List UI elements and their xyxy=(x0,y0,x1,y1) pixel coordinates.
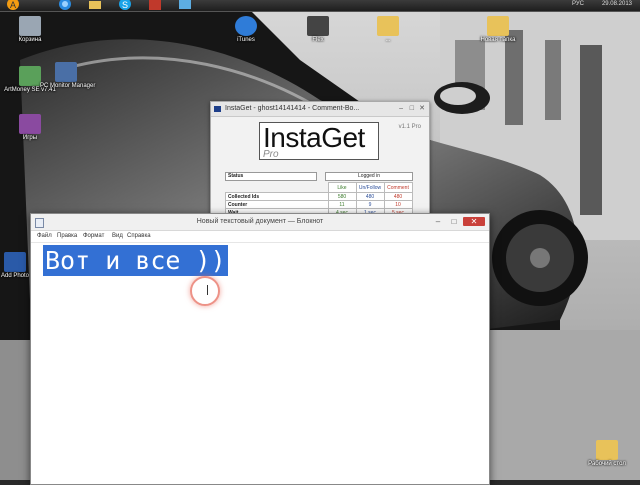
svg-text:A: A xyxy=(10,0,16,10)
close-icon[interactable]: ✕ xyxy=(419,105,425,113)
menu-format[interactable]: Формат xyxy=(83,233,104,239)
desktop-icon-recycle-bin[interactable]: Корзина xyxy=(4,16,56,44)
notepad-text-area[interactable]: Вот и все )) xyxy=(33,243,489,484)
minimize-icon[interactable]: – xyxy=(399,105,403,113)
menu-edit[interactable]: Правка xyxy=(57,233,77,239)
table-row: Counter 11 9 10 xyxy=(225,200,413,209)
svg-text:S: S xyxy=(122,0,128,10)
notepad-titlebar[interactable]: Новый текстовый документ — Блокнот – □ ✕ xyxy=(31,214,489,231)
new-folder-icon xyxy=(487,16,509,36)
desktop-icon-pc-monitor[interactable]: PC Monitor Manager xyxy=(40,62,95,90)
skype-icon[interactable]: S xyxy=(112,0,138,11)
desktop-icon-games[interactable]: Игры xyxy=(4,114,56,142)
instaget-logo: InstaGet Pro xyxy=(259,122,379,160)
selected-text[interactable]: Вот и все )) xyxy=(43,245,228,276)
status-label: Status xyxy=(225,172,317,181)
menu-file[interactable]: Файл xyxy=(37,233,52,239)
desktop-icon-flex[interactable]: Flex xyxy=(292,16,344,44)
notepad-menubar: Файл Правка Формат Вид Справка xyxy=(31,231,489,243)
pc-monitor-icon xyxy=(55,62,77,82)
desktop-icon-adobe[interactable]: Add Photo xyxy=(0,252,30,280)
column-like: Like xyxy=(327,182,357,193)
version-label: v1.1 Pro xyxy=(398,124,421,130)
desktop-icon-folder[interactable]: ... xyxy=(362,16,414,44)
maximize-button[interactable]: □ xyxy=(447,217,461,226)
language-indicator[interactable]: РУС xyxy=(572,1,584,7)
files-icon[interactable] xyxy=(172,0,198,11)
minimize-button[interactable]: – xyxy=(431,217,445,226)
instaget-titlebar[interactable]: InstaGet - ghost14141414 - Comment-Bo...… xyxy=(211,102,429,117)
close-button[interactable]: ✕ xyxy=(463,217,485,226)
column-follow: Un/Follow xyxy=(355,182,385,193)
column-comment: Comment xyxy=(383,182,413,193)
app-icon[interactable] xyxy=(142,0,168,11)
menu-help[interactable]: Справка xyxy=(127,233,151,239)
taskbar: A S РУС 29.08.2013 xyxy=(0,0,640,12)
desktop-icon-itunes[interactable]: iTunes xyxy=(220,16,272,44)
desktop-icon-new-folder[interactable]: Новая папка xyxy=(472,16,524,44)
stats-table: Like Un/Follow Comment Collected Ids 580… xyxy=(225,182,413,217)
itunes-icon xyxy=(235,16,257,36)
work-folder-icon xyxy=(596,440,618,460)
table-row: Collected Ids 580 480 480 xyxy=(225,192,413,201)
instaget-title: InstaGet - ghost14141414 - Comment-Bo... xyxy=(225,105,360,112)
explorer-icon[interactable] xyxy=(82,0,108,11)
login-status: Logged in xyxy=(325,172,413,181)
instaget-app-icon xyxy=(214,106,221,112)
artmoney-icon xyxy=(19,66,41,86)
cursor-highlight xyxy=(190,276,220,306)
flex-icon xyxy=(307,16,329,36)
maximize-icon[interactable]: □ xyxy=(410,105,414,113)
notepad-window[interactable]: Новый текстовый документ — Блокнот – □ ✕… xyxy=(30,213,490,485)
ie-icon[interactable] xyxy=(52,0,78,11)
games-icon xyxy=(19,114,41,134)
text-cursor-icon xyxy=(207,285,208,295)
adobe-icon xyxy=(4,252,26,272)
avast-icon[interactable]: A xyxy=(0,0,26,11)
folder-icon xyxy=(377,16,399,36)
menu-view[interactable]: Вид xyxy=(112,233,123,239)
instaget-window[interactable]: InstaGet - ghost14141414 - Comment-Bo...… xyxy=(210,101,430,223)
desktop-icon-work-folder[interactable]: Рабочий стол xyxy=(582,440,632,468)
tray-clock[interactable]: 29.08.2013 xyxy=(602,1,632,7)
notepad-title: Новый текстовый документ — Блокнот xyxy=(196,218,324,225)
recycle-bin-icon xyxy=(19,16,41,36)
